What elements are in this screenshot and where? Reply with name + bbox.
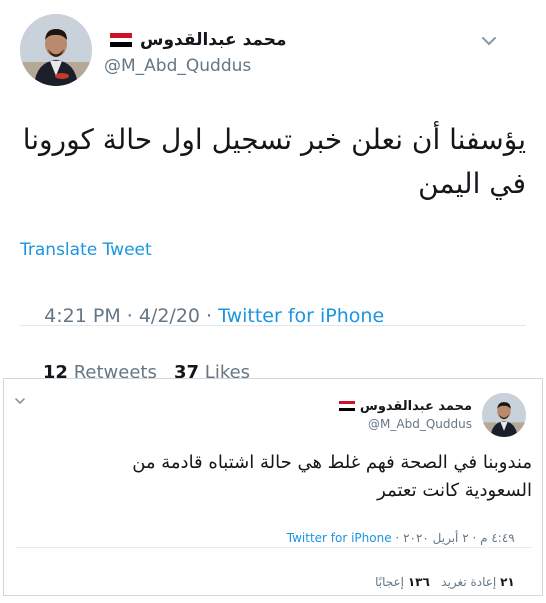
quoted-tweet-meta: ٤:٤٩ م · ٢ أبريل ٢٠٢٠ · Twitter for iPho… <box>287 517 530 559</box>
retweets-label: إعادة تغريد <box>441 575 497 589</box>
tweet-text-line: السعودية كانت تعتمر <box>377 480 532 501</box>
tweet-text-line: في اليمن <box>418 167 526 200</box>
main-tweet: محمد عبدالقدوس @M_Abd_Quddus يؤسفنا أن ن… <box>0 0 546 383</box>
translate-tweet-link[interactable]: Translate Tweet <box>20 240 152 260</box>
author-handle[interactable]: @M_Abd_Quddus <box>368 417 472 431</box>
likes-count: ١٣٦ <box>407 575 430 589</box>
avatar[interactable] <box>20 14 92 86</box>
likes-stat[interactable]: ١٣٦ إعجابًا <box>375 575 430 589</box>
quoted-tweet-stats: ٢١ إعادة تغريد ١٣٦ إعجابًا <box>375 561 530 603</box>
tweet-timestamp[interactable]: 4:21 PM · 4/2/20 · <box>44 305 218 327</box>
divider <box>20 325 526 326</box>
tweet-source-link[interactable]: Twitter for iPhone <box>287 531 392 545</box>
yemen-flag-icon <box>338 400 355 412</box>
yemen-flag-icon <box>110 33 132 47</box>
chevron-down-icon[interactable] <box>478 30 500 52</box>
tweet-source-link[interactable]: Twitter for iPhone <box>218 305 384 327</box>
quoted-tweet[interactable]: محمد عبدالقدوس @M_Abd_Quddus مندوبنا في … <box>3 378 543 596</box>
avatar[interactable] <box>482 393 526 437</box>
author-name[interactable]: محمد عبدالقدوس <box>140 30 287 50</box>
retweets-count: ٢١ <box>500 575 515 589</box>
chevron-down-icon[interactable] <box>12 393 28 409</box>
likes-label: إعجابًا <box>375 575 404 589</box>
author-handle[interactable]: @M_Abd_Quddus <box>104 56 251 76</box>
divider <box>16 547 532 548</box>
author-name[interactable]: محمد عبدالقدوس <box>360 399 472 414</box>
tweet-meta: 4:21 PM · 4/2/20 · Twitter for iPhone <box>20 283 384 349</box>
quoted-tweet-text: مندوبنا في الصحة فهم غلط هي حالة اشتباه … <box>16 449 532 505</box>
tweet-text-line: يؤسفنا أن نعلن خبر تسجيل اول حالة كورونا <box>22 123 526 156</box>
retweets-stat[interactable]: ٢١ إعادة تغريد <box>441 575 514 589</box>
tweet-text-line: مندوبنا في الصحة فهم غلط هي حالة اشتباه … <box>132 452 532 473</box>
tweet-text: يؤسفنا أن نعلن خبر تسجيل اول حالة كورونا… <box>20 118 526 206</box>
tweet-timestamp[interactable]: ٤:٤٩ م · ٢ أبريل ٢٠٢٠ · <box>392 531 514 545</box>
